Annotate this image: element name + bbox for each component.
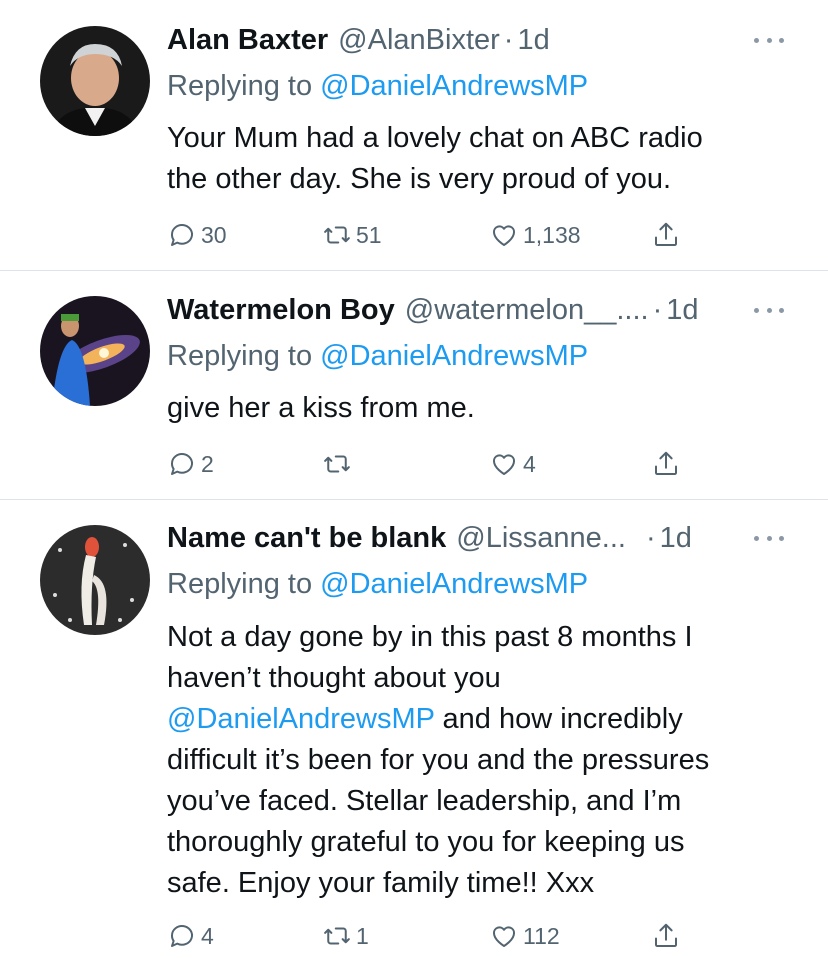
retweet-count: 1	[356, 922, 369, 949]
replying-handle[interactable]: @DanielAndrewsMP	[320, 70, 588, 102]
retweet-icon	[324, 226, 350, 244]
reply-button[interactable]: 30	[167, 219, 227, 251]
retweet-count: 51	[356, 221, 382, 248]
reply-button[interactable]: 4	[167, 920, 214, 952]
replying-label: Replying to	[167, 568, 313, 600]
heart-icon	[493, 926, 515, 947]
tweet-text-line: the other day. She is very proud of you.	[167, 163, 672, 195]
like-count: 1,138	[523, 221, 581, 248]
tweet-actions: 30 51 1,138	[167, 219, 707, 251]
text-mention-link[interactable]: @DanielAndrewsMP	[167, 703, 434, 735]
tweet-text-line: you’ve faced. Stellar leadership, and I’…	[167, 785, 682, 817]
like-button[interactable]: 112	[489, 920, 560, 952]
tweet-2[interactable]: Watermelon Boy @watermelon__.... · 1d Re…	[0, 271, 828, 499]
tweet-text-line: safe. Enjoy your family time!! Xxx	[167, 867, 595, 899]
like-button[interactable]: 4	[489, 448, 536, 480]
replying-handle[interactable]: @DanielAndrewsMP	[320, 568, 588, 600]
replying-to: Replying to @DanielAndrewsMP	[167, 66, 588, 106]
display-name[interactable]: Name can't be blank	[167, 518, 446, 558]
tweet-actions: 4 1 112	[167, 920, 707, 952]
tweet-header: Alan Baxter @AlanBixter · 1d	[167, 20, 550, 60]
avatar[interactable]	[40, 26, 150, 136]
timestamp[interactable]: 1d	[517, 20, 549, 60]
reply-button[interactable]: 2	[167, 448, 214, 480]
timestamp[interactable]: 1d	[660, 518, 692, 558]
tweet-3[interactable]: Name can't be blank @Lissanne... · 1d Re…	[0, 500, 828, 958]
like-count: 4	[523, 450, 536, 477]
separator-dot: ·	[645, 522, 656, 554]
tweet-text-fragment: and how incredibly	[442, 703, 683, 735]
reply-count: 4	[201, 922, 214, 949]
share-button[interactable]	[651, 219, 685, 251]
timestamp[interactable]: 1d	[666, 290, 698, 330]
tweet-actions: 2 4	[167, 448, 707, 480]
display-name[interactable]: Alan Baxter	[167, 20, 328, 60]
reply-count: 2	[201, 450, 214, 477]
more-icon[interactable]	[754, 30, 784, 50]
share-button[interactable]	[651, 448, 685, 480]
retweet-button[interactable]: 51	[322, 219, 382, 251]
replying-label: Replying to	[167, 340, 313, 372]
retweet-icon	[324, 455, 350, 473]
avatar[interactable]	[40, 296, 150, 406]
reply-icon	[171, 453, 193, 475]
display-name[interactable]: Watermelon Boy	[167, 290, 395, 330]
share-icon	[655, 222, 677, 246]
replying-to: Replying to @DanielAndrewsMP	[167, 564, 588, 604]
tweet-text-line: @DanielAndrewsMP and how incredibly	[167, 699, 807, 740]
tweet-text-line: difficult it’s been for you and the pres…	[167, 744, 710, 776]
user-handle[interactable]: @watermelon__....	[405, 290, 649, 330]
heart-icon	[493, 454, 515, 475]
retweet-button[interactable]: 1	[322, 920, 369, 952]
tweet-header: Name can't be blank @Lissanne... · 1d	[167, 518, 692, 558]
replying-handle[interactable]: @DanielAndrewsMP	[320, 340, 588, 372]
more-icon[interactable]	[754, 300, 784, 320]
reply-icon	[171, 925, 193, 947]
tweet-text: Not a day gone by in this past 8 months …	[167, 617, 807, 904]
replying-label: Replying to	[167, 70, 313, 102]
reply-icon	[171, 224, 193, 246]
like-button[interactable]: 1,138	[489, 219, 581, 251]
tweet-text-line: thoroughly grateful to you for keeping u…	[167, 826, 685, 858]
tweet-header: Watermelon Boy @watermelon__.... · 1d	[167, 290, 699, 330]
retweet-icon	[324, 927, 350, 945]
tweet-text: give her a kiss from me.	[167, 388, 807, 429]
tweet-text-line: Your Mum had a lovely chat on ABC radio	[167, 122, 703, 154]
separator-dot: ·	[652, 294, 663, 326]
user-handle[interactable]: @AlanBixter	[338, 20, 500, 60]
more-icon[interactable]	[754, 528, 784, 548]
tweet-text: Your Mum had a lovely chat on ABC radio …	[167, 118, 807, 200]
replying-to: Replying to @DanielAndrewsMP	[167, 336, 588, 376]
tweet-text-line: haven’t thought about you	[167, 662, 501, 694]
share-button[interactable]	[651, 920, 685, 952]
retweet-button[interactable]	[322, 448, 356, 480]
separator-dot: ·	[503, 24, 514, 56]
like-count: 112	[523, 922, 560, 949]
heart-icon	[493, 225, 515, 246]
tweet-text-line: Not a day gone by in this past 8 months …	[167, 621, 693, 653]
share-icon	[655, 923, 677, 947]
share-icon	[655, 451, 677, 475]
reply-count: 30	[201, 221, 227, 248]
user-handle[interactable]: @Lissanne...	[456, 518, 626, 558]
avatar[interactable]	[40, 525, 150, 635]
tweet-1[interactable]: Alan Baxter @AlanBixter · 1d Replying to…	[0, 0, 828, 270]
tweet-text-line: give her a kiss from me.	[167, 392, 475, 424]
